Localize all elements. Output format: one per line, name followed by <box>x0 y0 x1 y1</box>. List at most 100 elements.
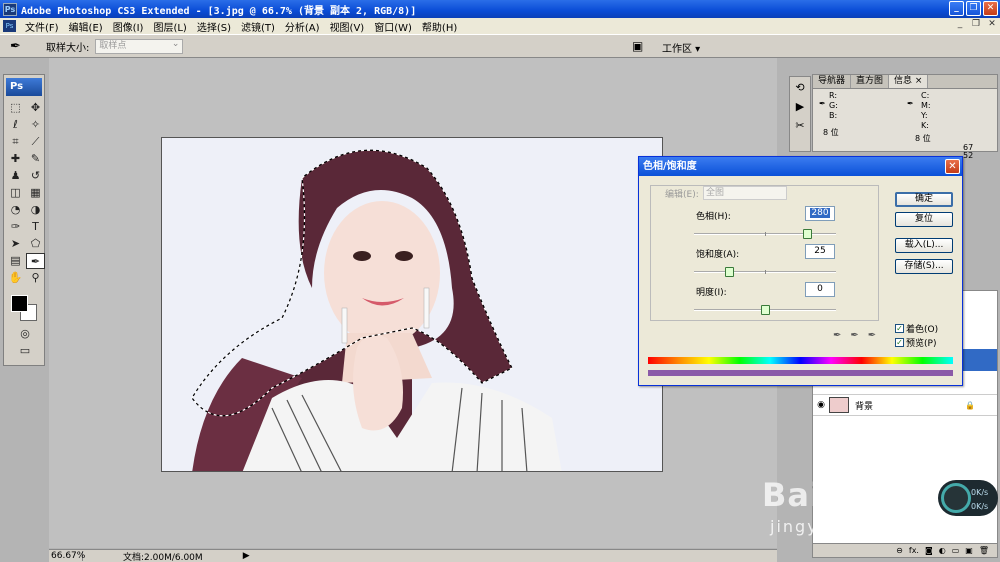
pen-tool-icon[interactable]: ✑ <box>6 219 25 235</box>
window-title: Adobe Photoshop CS3 Extended - [3.jpg @ … <box>21 5 417 17</box>
marquee-tool-icon[interactable]: ⬚ <box>6 100 25 116</box>
edit-label: 编辑(E): <box>665 190 699 200</box>
restore-button[interactable]: ❐ <box>966 1 981 16</box>
healing-brush-tool-icon[interactable]: ✚ <box>6 151 25 167</box>
tab-histogram[interactable]: 直方图 <box>851 75 890 88</box>
layer-mask-icon[interactable]: ◙ <box>925 544 933 557</box>
delete-layer-icon[interactable]: 🗑 <box>979 544 989 557</box>
sample-size-select[interactable]: 取样点 <box>95 38 184 54</box>
lightness-slider-thumb[interactable] <box>760 305 770 315</box>
shape-tool-icon[interactable]: ⬠ <box>26 236 45 252</box>
status-menu-arrow[interactable]: ▶ <box>243 551 250 561</box>
tab-navigator[interactable]: 导航器 <box>813 75 852 88</box>
doc-close-button[interactable]: ✕ <box>986 19 998 31</box>
dodge-tool-icon[interactable]: ◑ <box>26 202 45 218</box>
edit-select[interactable]: 全图 <box>703 186 787 200</box>
hue-slider-thumb[interactable] <box>803 229 813 239</box>
tools-presets-icon[interactable]: ✂ <box>795 119 804 132</box>
lasso-tool-icon[interactable]: ℓ <box>6 117 25 133</box>
magic-wand-tool-icon[interactable]: ✧ <box>26 117 45 133</box>
zoom-level[interactable]: 66.67% <box>49 551 85 561</box>
options-bar: ✒ 取样大小: 取样点 ▣ 工作区 ▾ <box>0 34 1000 58</box>
eyedropper-tool-icon[interactable]: ✒ <box>26 253 45 269</box>
info-m: M: <box>921 101 931 110</box>
preview-check-box[interactable]: ✓ <box>895 338 904 347</box>
adjustment-layer-icon[interactable]: ◐ <box>939 544 946 557</box>
history-brush-tool-icon[interactable]: ↺ <box>26 168 45 184</box>
document-icon[interactable]: Ps <box>3 20 16 32</box>
saturation-slider-thumb[interactable] <box>725 267 734 277</box>
tab-info[interactable]: 信息 × <box>889 75 929 88</box>
path-selection-tool-icon[interactable]: ➤ <box>6 236 25 252</box>
eyedropper-tool-icon[interactable]: ✒ <box>10 39 30 54</box>
saturation-input[interactable]: 25 <box>805 244 835 259</box>
menu-filter[interactable]: 滤镜(T) <box>236 19 280 34</box>
ok-button[interactable]: 确定 <box>895 192 953 207</box>
hand-tool-icon[interactable]: ✋ <box>6 270 25 286</box>
slice-tool-icon[interactable]: ⟋ <box>26 134 45 150</box>
actions-panel-icon[interactable]: ▶ <box>796 100 804 113</box>
history-panel-icon[interactable]: ⟲ <box>795 81 804 94</box>
hue-input[interactable]: 280 <box>805 206 835 221</box>
eyedropper-icon[interactable]: ✒ <box>833 330 841 341</box>
blur-tool-icon[interactable]: ◔ <box>6 202 25 218</box>
menu-file[interactable]: 文件(F) <box>20 19 64 34</box>
minimize-button[interactable]: _ <box>949 1 964 16</box>
menu-window[interactable]: 窗口(W) <box>369 19 417 34</box>
eyedropper-tools: ✒ ✒ ✒ <box>833 330 876 341</box>
eyedropper-plus-icon[interactable]: ✒ <box>850 330 858 341</box>
menu-image[interactable]: 图像(I) <box>108 19 149 34</box>
document-canvas[interactable] <box>161 137 663 472</box>
eyedropper-minus-icon[interactable]: ✒ <box>868 330 876 341</box>
menu-view[interactable]: 视图(V) <box>325 19 370 34</box>
foreground-color-swatch[interactable] <box>11 295 28 312</box>
menu-help[interactable]: 帮助(H) <box>417 19 462 34</box>
new-layer-icon[interactable]: ▣ <box>965 544 973 557</box>
eyedropper-rgb-icon: ✒ <box>819 99 826 108</box>
quick-mask-icon[interactable]: ◎ <box>6 326 44 342</box>
info-b: B: <box>829 111 838 120</box>
new-group-icon[interactable]: ▭ <box>952 544 960 557</box>
workspace-icon[interactable]: ▣ <box>632 39 643 53</box>
layer-style-icon[interactable]: fx. <box>909 544 919 557</box>
eraser-tool-icon[interactable]: ◫ <box>6 185 25 201</box>
colorize-checkbox[interactable]: ✓ 着色(O) <box>895 322 938 335</box>
title-bar: Ps Adobe Photoshop CS3 Extended - [3.jpg… <box>0 0 1000 18</box>
save-button[interactable]: 存储(S)... <box>895 259 953 274</box>
clone-stamp-tool-icon[interactable]: ♟ <box>6 168 25 184</box>
dialog-close-button[interactable]: ✕ <box>945 159 960 174</box>
crop-tool-icon[interactable]: ⌗ <box>6 134 25 150</box>
menu-layer[interactable]: 图层(L) <box>148 19 191 34</box>
workspace-menu[interactable]: 工作区 ▾ <box>662 40 700 55</box>
gradient-tool-icon[interactable]: ▦ <box>26 185 45 201</box>
dialog-title: 色相/饱和度 <box>643 161 697 172</box>
link-layers-icon[interactable]: ⊖ <box>896 544 903 557</box>
lightness-label: 明度(I): <box>696 288 727 298</box>
baidu-watermark-url: jingyan.baidu.com <box>770 517 952 536</box>
eye-icon[interactable]: ◉ <box>813 400 829 410</box>
reset-button[interactable]: 复位 <box>895 212 953 227</box>
lightness-input[interactable]: 0 <box>805 282 835 297</box>
brush-tool-icon[interactable]: ✎ <box>26 151 45 167</box>
download-speed: 0K/s <box>971 488 989 497</box>
doc-minimize-button[interactable]: _ <box>954 19 966 31</box>
menu-select[interactable]: 选择(S) <box>192 19 236 34</box>
close-button[interactable]: ✕ <box>983 1 998 16</box>
colorize-check-box[interactable]: ✓ <box>895 324 904 333</box>
menu-analysis[interactable]: 分析(A) <box>280 19 325 34</box>
preview-checkbox[interactable]: ✓ 预览(P) <box>895 336 936 349</box>
zoom-tool-icon[interactable]: ⚲ <box>26 270 45 286</box>
load-button[interactable]: 载入(L)... <box>895 238 953 253</box>
upload-speed: 0K/s <box>971 502 989 511</box>
toolbox: Ps ⬚ ✥ ℓ ✧ ⌗ ⟋ ✚ ✎ ♟ ↺ ◫ ▦ ◔ ◑ ✑ T ➤ ⬠ ▤… <box>3 74 45 366</box>
dialog-title-bar: 色相/饱和度 ✕ <box>639 157 962 176</box>
move-tool-icon[interactable]: ✥ <box>26 100 45 116</box>
source-hue-bar <box>648 357 953 364</box>
screen-mode-icon[interactable]: ▭ <box>6 343 44 359</box>
layer-row-background[interactable]: ◉ 背景 🔒 <box>813 394 997 416</box>
type-tool-icon[interactable]: T <box>26 219 45 235</box>
doc-restore-button[interactable]: ❐ <box>970 19 982 31</box>
lock-icon: 🔒 <box>965 400 975 410</box>
notes-tool-icon[interactable]: ▤ <box>6 253 25 269</box>
menu-edit[interactable]: 编辑(E) <box>64 19 108 34</box>
